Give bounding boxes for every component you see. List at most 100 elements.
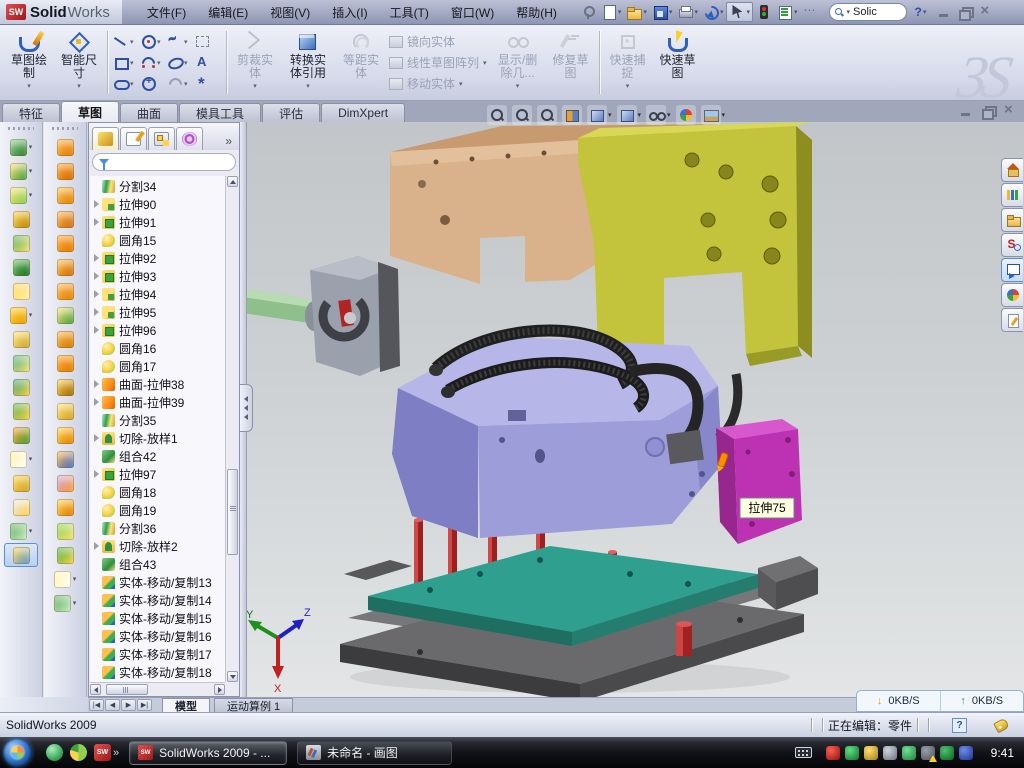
tab-评估[interactable]: 评估 — [262, 103, 320, 122]
instant3d-icon[interactable] — [4, 543, 38, 567]
line-icon-caret[interactable]: ▾ — [130, 38, 134, 46]
expand-arrow-icon[interactable] — [94, 380, 99, 388]
open-file-icon[interactable]: ▾ — [624, 3, 649, 21]
tab-草图[interactable]: 草图 — [61, 101, 119, 122]
menu-item[interactable]: 插入(I) — [321, 1, 378, 24]
ellipse-icon[interactable]: ▾ — [167, 52, 194, 73]
graphics-viewport[interactable]: 拉伸75 Y Z X — [240, 122, 1024, 697]
minimize-button[interactable] — [938, 7, 950, 18]
reference-plane-icon[interactable] — [0, 471, 42, 495]
hide-show-items-icon-caret[interactable]: ▾ — [667, 111, 671, 119]
expand-arrow-icon[interactable] — [94, 254, 99, 262]
boundary-surface-icon[interactable] — [44, 159, 86, 183]
tray-security-icon[interactable] — [845, 746, 859, 760]
apply-scene-icon-caret[interactable]: ▾ — [722, 111, 726, 119]
new-file-icon[interactable]: ▾ — [599, 3, 624, 21]
menu-item[interactable]: 编辑(E) — [197, 1, 259, 24]
tree-item[interactable]: 切除-放样2 — [90, 537, 225, 555]
toolbar-grip[interactable] — [8, 125, 34, 132]
design-library-icon[interactable] — [1001, 183, 1023, 207]
cavity-icon[interactable] — [44, 399, 86, 423]
expand-arrow-icon[interactable] — [94, 326, 99, 334]
taskbar-button-solidworks[interactable]: SW SolidWorks 2009 - ... — [129, 741, 287, 765]
expand-arrow-icon[interactable] — [94, 434, 99, 442]
options-icon[interactable]: ▾ — [775, 3, 800, 21]
tree-item[interactable]: 圆角16 — [90, 339, 225, 357]
lofted-surface-icon[interactable] — [44, 135, 86, 159]
spline-icon[interactable]: ▾ — [167, 31, 194, 52]
help-button[interactable]: ? — [915, 5, 922, 19]
tree-item[interactable]: 圆角19 — [90, 501, 225, 519]
display-style-icon[interactable]: ▾ — [617, 105, 642, 125]
linear-pattern-icon-caret[interactable]: ▾ — [29, 311, 33, 319]
smart-dimension-button[interactable]: 智能尺 寸 ▾ — [54, 27, 104, 98]
fillet-surface-icon[interactable] — [44, 303, 86, 327]
panel-collapse-handle[interactable] — [240, 384, 253, 432]
quicklaunch-solidworks-icon[interactable]: SW — [94, 744, 111, 761]
side-core-icon[interactable] — [44, 423, 86, 447]
menu-item[interactable]: 窗口(W) — [440, 1, 505, 24]
sketch-button[interactable]: 草图绘 制 ▾ — [4, 27, 54, 98]
appearances-icon[interactable] — [1001, 283, 1023, 307]
status-help-button[interactable]: ? — [952, 718, 967, 733]
file-explorer-icon[interactable] — [1001, 208, 1023, 232]
wrap-icon[interactable] — [0, 327, 42, 351]
rectangle-icon[interactable]: ▾ — [113, 52, 140, 73]
zoom-selection-icon[interactable] — [537, 105, 557, 125]
linear-pattern-dropdown-icon[interactable]: ▾ — [483, 59, 487, 67]
tab-nav-prev-button[interactable]: ◀ — [105, 699, 120, 711]
split-part-icon[interactable] — [0, 375, 42, 399]
tree-filter-box[interactable] — [92, 153, 236, 171]
point-icon[interactable] — [194, 73, 221, 94]
tree-item[interactable]: 实体-移动/复制13 — [90, 573, 225, 591]
tree-vertical-scrollbar[interactable] — [225, 176, 238, 682]
start-button[interactable] — [3, 738, 32, 767]
curve-icon[interactable]: ▾ — [0, 519, 42, 543]
hole-wizard-icon[interactable] — [0, 279, 42, 303]
sketch-dropdown-icon[interactable]: ▾ — [27, 80, 31, 93]
tree-item[interactable]: 分割35 — [90, 411, 225, 429]
tree-item[interactable]: 曲面-拉伸39 — [90, 393, 225, 411]
tree-item[interactable]: 实体-移动/复制18 — [90, 663, 225, 681]
toolbar-overflow-icon[interactable] — [801, 3, 821, 21]
core-icon[interactable] — [44, 543, 86, 567]
rapid-sketch-button[interactable]: 快速草 图 — [653, 27, 703, 98]
edit-appearance-icon[interactable] — [676, 105, 696, 125]
arc-icon-caret[interactable]: ▾ — [157, 59, 161, 67]
toolbar-grip[interactable] — [52, 125, 78, 132]
tab-nav-first-button[interactable]: |◀ — [89, 699, 104, 711]
convert-entities-button[interactable]: 转换实 体引用 ▾ — [280, 27, 336, 98]
draft-icon[interactable] — [0, 255, 42, 279]
tree-item[interactable]: 圆角15 — [90, 231, 225, 249]
parting-surface-icon[interactable] — [44, 471, 86, 495]
model-tab[interactable]: 模型 — [162, 698, 210, 712]
search-caret-icon[interactable]: ▾ — [847, 8, 851, 16]
menu-item[interactable]: 视图(V) — [259, 1, 321, 24]
tree-item[interactable]: 切除-放样1 — [90, 429, 225, 447]
menu-item[interactable]: 工具(T) — [379, 1, 440, 24]
split-body-icon[interactable] — [0, 351, 42, 375]
tree-item[interactable]: 组合42 — [90, 447, 225, 465]
undo-icon[interactable]: ▾ — [701, 3, 726, 21]
mold-point-icon[interactable]: ▾ — [44, 567, 86, 591]
tray-im-icon[interactable] — [902, 746, 916, 760]
configurationmanager-tab[interactable] — [148, 127, 175, 150]
tree-item[interactable]: 拉伸96 — [90, 321, 225, 339]
move-entities-button[interactable]: 移动实体 ▾ — [389, 75, 487, 92]
fillet-icon-caret[interactable]: ▾ — [29, 191, 33, 199]
tree-item[interactable]: 拉伸94 — [90, 285, 225, 303]
expand-arrow-icon[interactable] — [94, 470, 99, 478]
sketch-fillet-icon[interactable]: ▾ — [167, 73, 194, 94]
scroll-up-arrow[interactable] — [227, 176, 238, 187]
quicklaunch-messenger-icon[interactable] — [46, 744, 63, 761]
search-input[interactable] — [853, 6, 897, 18]
mold-curve-icon-caret[interactable]: ▾ — [73, 599, 77, 607]
extruded-cut-icon[interactable]: ▾ — [0, 159, 42, 183]
draft-analysis-icon[interactable] — [44, 519, 86, 543]
vertical-scroll-thumb[interactable] — [227, 469, 238, 555]
save-icon-caret[interactable]: ▾ — [669, 8, 673, 16]
swept-surface-icon[interactable] — [44, 183, 86, 207]
tag-icon[interactable] — [993, 717, 1010, 733]
select-icon-caret[interactable]: ▾ — [746, 8, 750, 16]
tree-item[interactable]: 组合43 — [90, 555, 225, 573]
